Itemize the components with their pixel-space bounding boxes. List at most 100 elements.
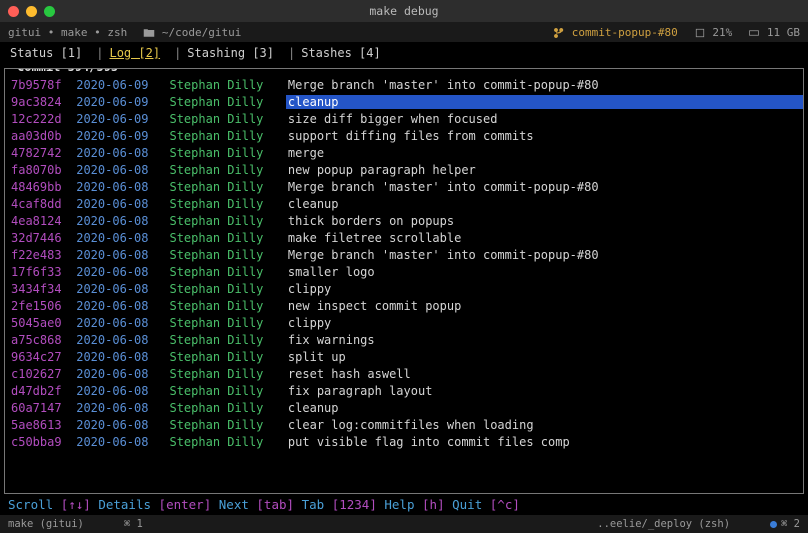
commit-message: split up [288, 350, 346, 364]
commit-row[interactable]: 7b9578f 2020-06-09 Stephan Dilly Merge b… [11, 77, 797, 94]
commit-row[interactable]: 17f6f33 2020-06-08 Stephan Dilly smaller… [11, 264, 797, 281]
commit-row[interactable]: c102627 2020-06-08 Stephan Dilly reset h… [11, 366, 797, 383]
commit-row[interactable]: 9634c27 2020-06-08 Stephan Dilly split u… [11, 349, 797, 366]
commit-row[interactable]: 5045ae0 2020-06-08 Stephan Dilly clippy [11, 315, 797, 332]
cpu-icon [694, 26, 706, 39]
commit-date: 2020-06-08 [76, 196, 162, 213]
bottom-right1: ..eelie/_deploy (zsh) [597, 518, 730, 530]
commit-message: fix paragraph layout [288, 384, 433, 398]
commit-message: Merge branch 'master' into commit-popup-… [288, 180, 599, 194]
tab-separator: | [174, 46, 181, 60]
git-branch: commit-popup-#80 [572, 26, 678, 39]
window-title: make debug [0, 4, 808, 18]
cwd-path: ~/code/gitui [162, 26, 241, 39]
commit-message: clippy [288, 282, 331, 296]
commit-hash: 17f6f33 [11, 264, 69, 281]
commit-hash: 4ea8124 [11, 213, 69, 230]
memory-usage: 11 GB [767, 26, 800, 39]
commit-row[interactable]: 3434f34 2020-06-08 Stephan Dilly clippy [11, 281, 797, 298]
commit-author: Stephan Dilly [169, 213, 273, 230]
commit-date: 2020-06-08 [76, 281, 162, 298]
cpu-percent: 21% [712, 26, 732, 39]
commit-message: size diff bigger when focused [288, 112, 498, 126]
commit-author: Stephan Dilly [169, 77, 273, 94]
commit-date: 2020-06-08 [76, 230, 162, 247]
commit-date: 2020-06-08 [76, 383, 162, 400]
commit-author: Stephan Dilly [169, 417, 273, 434]
commit-date: 2020-06-08 [76, 434, 162, 451]
commit-hash: c50bba9 [11, 434, 69, 451]
commit-date: 2020-06-09 [76, 94, 162, 111]
commit-date: 2020-06-08 [76, 315, 162, 332]
commit-author: Stephan Dilly [169, 281, 273, 298]
commit-row[interactable]: fa8070b 2020-06-08 Stephan Dilly new pop… [11, 162, 797, 179]
commit-date: 2020-06-08 [76, 162, 162, 179]
commit-message: thick borders on popups [288, 214, 454, 228]
tab-log[interactable]: Log [2] [109, 46, 160, 60]
commit-row[interactable]: 4ea8124 2020-06-08 Stephan Dilly thick b… [11, 213, 797, 230]
commit-hash: 7b9578f [11, 77, 69, 94]
commit-message: cleanup [286, 95, 804, 109]
commit-message: new popup paragraph helper [288, 163, 476, 177]
commit-row[interactable]: 9ac3824 2020-06-09 Stephan Dilly cleanup [11, 94, 797, 111]
tab-status[interactable]: Status [1] [10, 46, 82, 60]
commit-date: 2020-06-09 [76, 111, 162, 128]
tab-stashes[interactable]: Stashes [4] [301, 46, 380, 60]
commit-message: cleanup [288, 197, 339, 211]
session-indicator-icon [770, 521, 777, 528]
tab-stashing[interactable]: Stashing [3] [187, 46, 274, 60]
commit-row[interactable]: 60a7147 2020-06-08 Stephan Dilly cleanup [11, 400, 797, 417]
commit-date: 2020-06-08 [76, 417, 162, 434]
commit-row[interactable]: 2fe1506 2020-06-08 Stephan Dilly new ins… [11, 298, 797, 315]
commit-message: reset hash aswell [288, 367, 411, 381]
hint-key: [h] [422, 497, 445, 512]
bottom-left: make (gitui) [8, 518, 84, 530]
commit-author: Stephan Dilly [169, 230, 273, 247]
commit-list[interactable]: 7b9578f 2020-06-09 Stephan Dilly Merge b… [11, 77, 797, 451]
commit-date: 2020-06-08 [76, 179, 162, 196]
commit-hash: 5045ae0 [11, 315, 69, 332]
commit-row[interactable]: 32d7446 2020-06-08 Stephan Dilly make fi… [11, 230, 797, 247]
commit-author: Stephan Dilly [169, 94, 273, 111]
commit-hash: f22e483 [11, 247, 69, 264]
commit-message: cleanup [288, 401, 339, 415]
bottom-mid: ⌘ 1 [124, 518, 143, 530]
branch-icon [553, 26, 565, 39]
commit-author: Stephan Dilly [169, 264, 273, 281]
commit-message: Merge branch 'master' into commit-popup-… [288, 78, 599, 92]
commit-date: 2020-06-08 [76, 145, 162, 162]
commit-hash: 60a7147 [11, 400, 69, 417]
commit-author: Stephan Dilly [169, 434, 273, 451]
commit-hash: 12c222d [11, 111, 69, 128]
commit-message: support diffing files from commits [288, 129, 534, 143]
folder-icon [143, 26, 155, 39]
hint-label: Help [384, 497, 414, 512]
commit-hash: 48469bb [11, 179, 69, 196]
commit-row[interactable]: a75c868 2020-06-08 Stephan Dilly fix war… [11, 332, 797, 349]
commit-row[interactable]: d47db2f 2020-06-08 Stephan Dilly fix par… [11, 383, 797, 400]
tab-separator: | [288, 46, 295, 60]
commit-row[interactable]: c50bba9 2020-06-08 Stephan Dilly put vis… [11, 434, 797, 451]
commit-author: Stephan Dilly [169, 383, 273, 400]
hint-key: [tab] [256, 497, 294, 512]
commit-date: 2020-06-09 [76, 128, 162, 145]
commit-row[interactable]: aa03d0b 2020-06-09 Stephan Dilly support… [11, 128, 797, 145]
commit-author: Stephan Dilly [169, 145, 273, 162]
commit-row[interactable]: 48469bb 2020-06-08 Stephan Dilly Merge b… [11, 179, 797, 196]
commit-row[interactable]: 12c222d 2020-06-09 Stephan Dilly size di… [11, 111, 797, 128]
commit-date: 2020-06-08 [76, 332, 162, 349]
commit-hash: 4782742 [11, 145, 69, 162]
commit-message: clear log:commitfiles when loading [288, 418, 534, 432]
top-status-bar: gitui • make • zsh ~/code/gitui commit-p… [0, 22, 808, 42]
commit-row[interactable]: 5ae8613 2020-06-08 Stephan Dilly clear l… [11, 417, 797, 434]
commit-hash: 2fe1506 [11, 298, 69, 315]
key-hints-bar: Scroll [↑↓] Details [enter] Next [tab] T… [0, 494, 808, 515]
commit-date: 2020-06-09 [76, 77, 162, 94]
commit-row[interactable]: 4caf8dd 2020-06-08 Stephan Dilly cleanup [11, 196, 797, 213]
commit-author: Stephan Dilly [169, 349, 273, 366]
commit-row[interactable]: 4782742 2020-06-08 Stephan Dilly merge [11, 145, 797, 162]
commit-date: 2020-06-08 [76, 400, 162, 417]
commit-author: Stephan Dilly [169, 366, 273, 383]
commit-row[interactable]: f22e483 2020-06-08 Stephan Dilly Merge b… [11, 247, 797, 264]
commit-date: 2020-06-08 [76, 264, 162, 281]
